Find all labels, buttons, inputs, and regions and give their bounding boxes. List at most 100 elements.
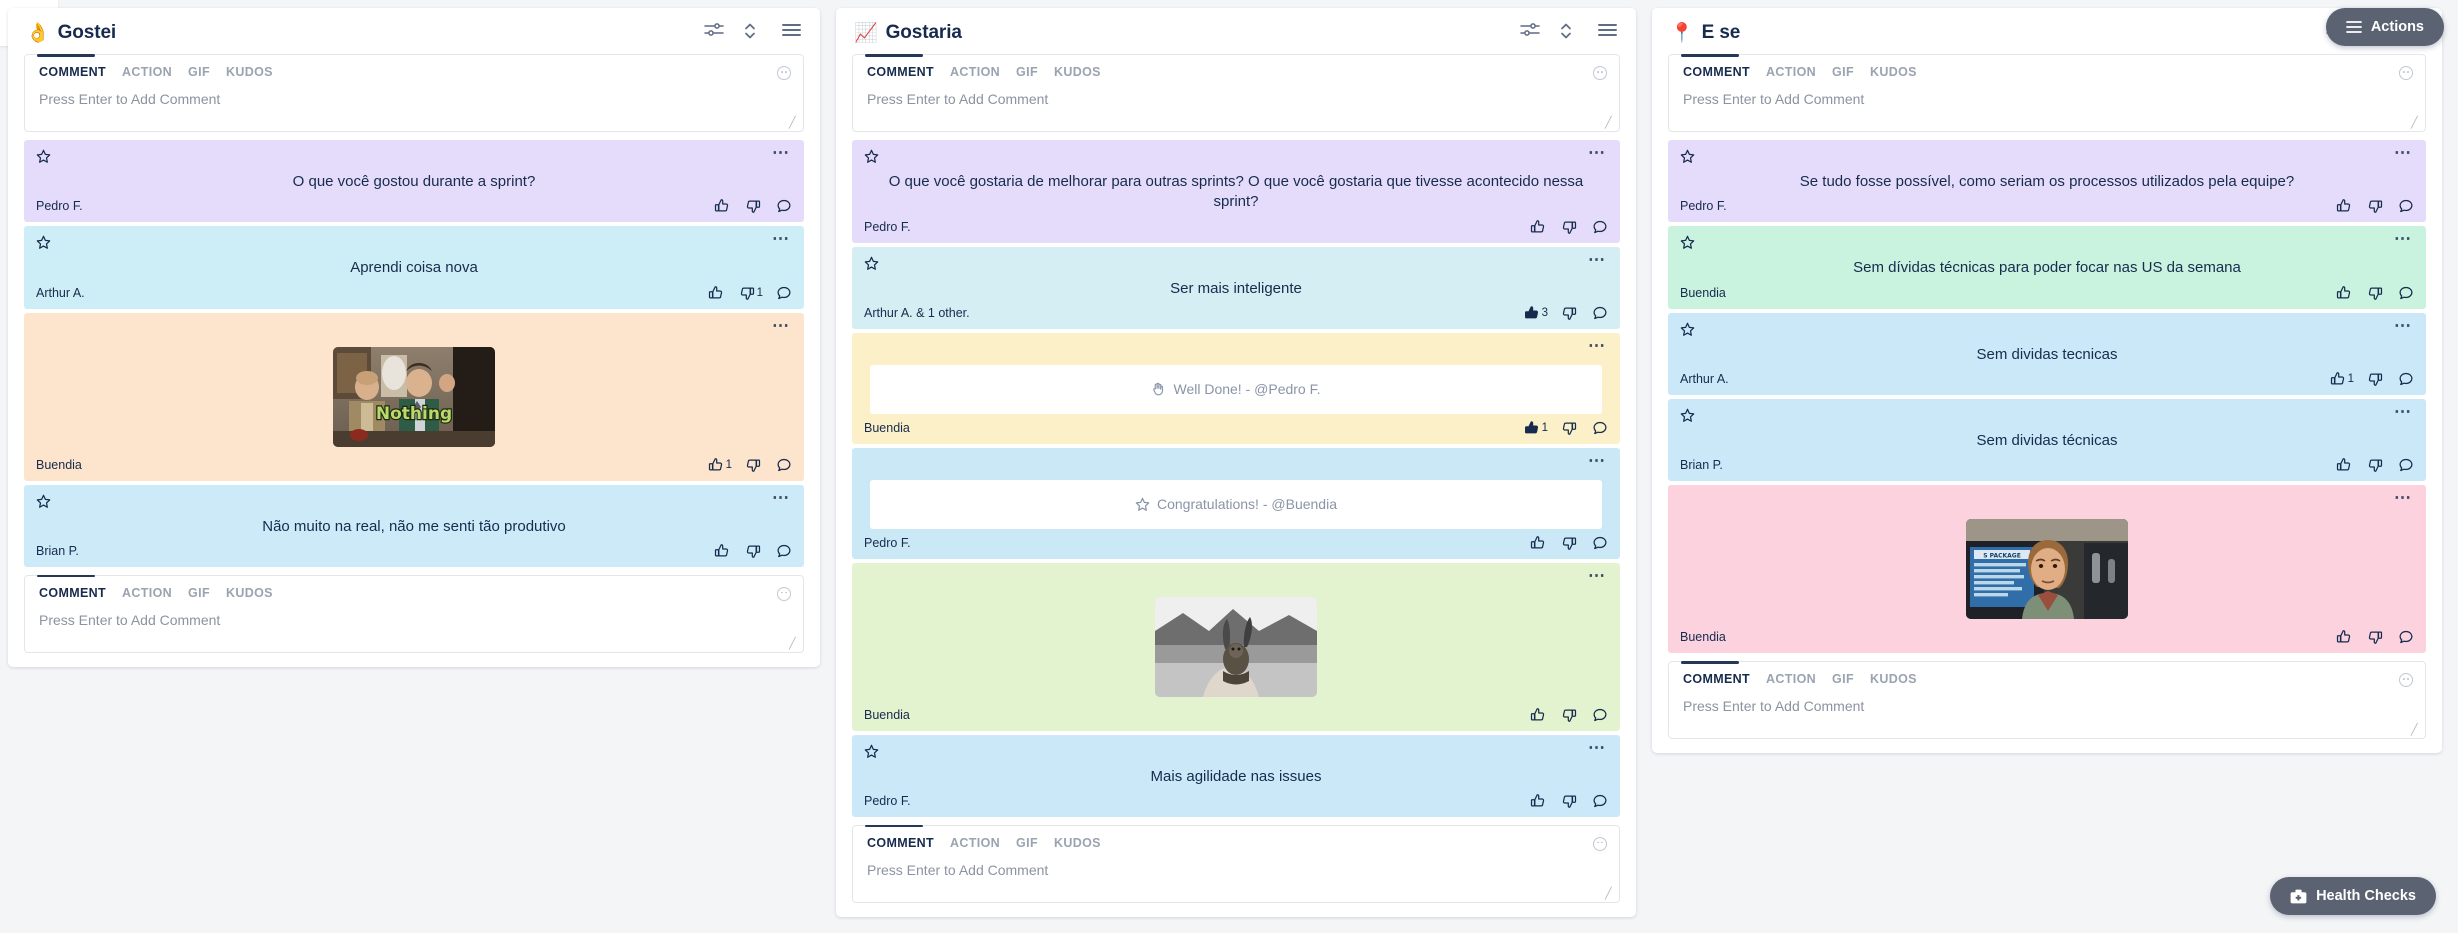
card-more-icon[interactable]: ⋯ [1588, 251, 1608, 268]
composer-tab-gif[interactable]: GIF [1016, 65, 1038, 81]
comment-composer[interactable]: COMMENT ACTION GIF KUDOS Press Enter to Add… [24, 54, 804, 132]
star-icon[interactable] [1680, 408, 1695, 423]
star-icon[interactable] [864, 149, 879, 164]
feedback-card[interactable]: ⋯ Mais agilidade nas issues Pedro F. [852, 734, 1620, 817]
like-button[interactable] [714, 543, 732, 559]
like-button[interactable] [1530, 535, 1548, 551]
composer-tab-gif[interactable]: GIF [188, 65, 210, 81]
card-more-icon[interactable]: ⋯ [772, 230, 792, 247]
feedback-card[interactable]: ⋯ Nothing Buendia 1 [24, 312, 804, 481]
dislike-button[interactable] [745, 457, 763, 473]
composer-tab-kudos[interactable]: KUDOS [1054, 836, 1101, 852]
dislike-button[interactable] [1561, 219, 1579, 235]
comment-button[interactable] [1592, 420, 1608, 436]
resize-grip-icon[interactable]: ╱ [1605, 888, 1615, 899]
star-icon[interactable] [1680, 235, 1695, 250]
card-more-icon[interactable]: ⋯ [2394, 489, 2414, 506]
comment-input[interactable]: Press Enter to Add Comment [1669, 696, 2425, 738]
star-icon[interactable] [864, 256, 879, 271]
comment-button[interactable] [776, 285, 792, 301]
emoji-smiley-icon[interactable] [1593, 66, 1607, 80]
composer-tab-action[interactable]: ACTION [122, 586, 172, 602]
comment-composer[interactable]: COMMENT ACTION GIF KUDOS Press Enter to Add… [852, 54, 1620, 132]
comment-button[interactable] [2398, 629, 2414, 645]
composer-tab-comment[interactable]: COMMENT [867, 65, 934, 81]
composer-tab-kudos[interactable]: KUDOS [1054, 65, 1101, 81]
gif-image[interactable]: S PACKAGE [1966, 519, 2128, 619]
resize-grip-icon[interactable]: ╱ [1605, 118, 1615, 129]
feedback-card[interactable]: ⋯ S PACKAGE Buendia [1668, 485, 2426, 653]
dislike-button[interactable] [2367, 629, 2385, 645]
like-button[interactable] [1530, 219, 1548, 235]
feedback-card[interactable]: ⋯ Ser mais inteligente Arthur A. & 1 oth… [852, 246, 1620, 329]
composer-tab-comment[interactable]: COMMENT [867, 836, 934, 852]
comment-button[interactable] [776, 543, 792, 559]
filter-settings-icon[interactable] [704, 22, 726, 44]
card-more-icon[interactable]: ⋯ [2394, 317, 2414, 334]
dislike-button[interactable] [1561, 420, 1579, 436]
feedback-card[interactable]: ⋯ O que você gostou durante a sprint? Pe… [24, 140, 804, 223]
comment-composer[interactable]: COMMENT ACTION GIF KUDOS Press Enter to Add… [852, 824, 1620, 903]
dislike-button[interactable] [1561, 535, 1579, 551]
card-more-icon[interactable]: ⋯ [2394, 144, 2414, 161]
composer-tab-kudos[interactable]: KUDOS [226, 65, 273, 81]
feedback-card[interactable]: ⋯ Buendia [852, 562, 1620, 731]
health-checks-button[interactable]: Health Checks [2270, 877, 2436, 915]
like-button[interactable]: 1 [1524, 420, 1548, 436]
composer-tab-action[interactable]: ACTION [1766, 672, 1816, 688]
like-button[interactable] [1530, 707, 1548, 723]
feedback-card[interactable]: ⋯ Sem dívidas técnicas para poder focar … [1668, 226, 2426, 309]
emoji-smiley-icon[interactable] [1593, 836, 1607, 851]
resize-grip-icon[interactable]: ╱ [2411, 725, 2421, 736]
comment-composer[interactable]: COMMENT ACTION GIF KUDOS Press Enter to Add… [1668, 661, 2426, 739]
card-more-icon[interactable]: ⋯ [2394, 230, 2414, 247]
list-view-icon[interactable] [1598, 22, 1620, 44]
card-more-icon[interactable]: ⋯ [2394, 403, 2414, 420]
sort-updown-icon[interactable] [743, 22, 765, 44]
composer-tab-comment[interactable]: COMMENT [1683, 672, 1750, 688]
emoji-smiley-icon[interactable] [2399, 66, 2413, 80]
star-icon[interactable] [1680, 322, 1695, 337]
like-button[interactable]: 3 [1524, 305, 1548, 321]
star-icon[interactable] [36, 235, 51, 250]
composer-tab-kudos[interactable]: KUDOS [226, 586, 273, 602]
comment-button[interactable] [776, 457, 792, 473]
comment-button[interactable] [2398, 457, 2414, 473]
card-more-icon[interactable]: ⋯ [772, 489, 792, 506]
composer-tab-kudos[interactable]: KUDOS [1870, 65, 1917, 81]
gif-image[interactable]: Nothing [333, 346, 495, 447]
comment-composer[interactable]: COMMENT ACTION GIF KUDOS Press Enter to Add… [24, 574, 804, 653]
filter-settings-icon[interactable] [1520, 22, 1542, 44]
list-view-icon[interactable] [782, 22, 804, 44]
feedback-card[interactable]: ⋯ Se tudo fosse possível, como seriam os… [1668, 140, 2426, 223]
comment-input[interactable]: Press Enter to Add Comment [1669, 89, 2425, 131]
comment-button[interactable] [1592, 305, 1608, 321]
like-button[interactable] [708, 285, 726, 301]
emoji-smiley-icon[interactable] [777, 586, 791, 601]
comment-composer[interactable]: COMMENT ACTION GIF KUDOS Press Enter to Add… [1668, 54, 2426, 132]
dislike-button[interactable] [1561, 707, 1579, 723]
star-icon[interactable] [864, 744, 879, 759]
comment-input[interactable]: Press Enter to Add Comment [25, 89, 803, 131]
feedback-card[interactable]: ⋯ Não muito na real, não me senti tão pr… [24, 484, 804, 567]
card-more-icon[interactable]: ⋯ [1588, 452, 1608, 469]
feedback-card[interactable]: ⋯ Aprendi coisa nova Arthur A. 1 [24, 226, 804, 309]
like-button[interactable] [2336, 457, 2354, 473]
comment-button[interactable] [2398, 198, 2414, 214]
dislike-button[interactable] [2367, 285, 2385, 301]
feedback-card[interactable]: ⋯ Congratulations! - @Buendia Pedro F. [852, 447, 1620, 559]
comment-input[interactable]: Press Enter to Add Comment [853, 89, 1619, 131]
dislike-button[interactable] [745, 543, 763, 559]
emoji-smiley-icon[interactable] [777, 66, 791, 80]
comment-button[interactable] [1592, 707, 1608, 723]
dislike-button[interactable]: 1 [739, 285, 763, 301]
composer-tab-comment[interactable]: COMMENT [39, 65, 106, 81]
dislike-button[interactable] [2367, 457, 2385, 473]
composer-tab-gif[interactable]: GIF [1016, 836, 1038, 852]
like-button[interactable] [2336, 285, 2354, 301]
composer-tab-action[interactable]: ACTION [122, 65, 172, 81]
card-more-icon[interactable]: ⋯ [1588, 144, 1608, 161]
comment-button[interactable] [1592, 535, 1608, 551]
card-more-icon[interactable]: ⋯ [772, 144, 792, 161]
star-icon[interactable] [1680, 149, 1695, 164]
